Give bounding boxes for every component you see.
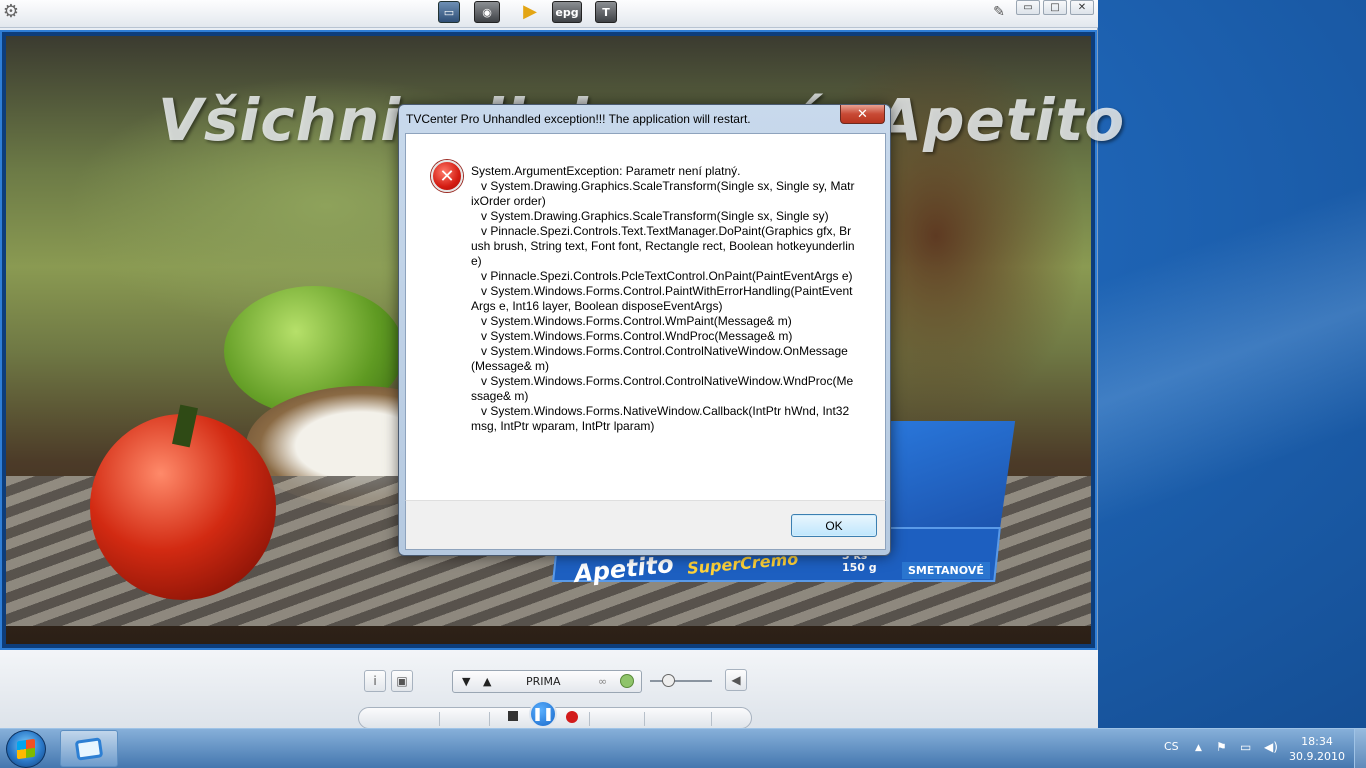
dialog-close-button[interactable]: ✕ xyxy=(840,105,885,124)
clock-date: 30.9.2010 xyxy=(1289,750,1345,763)
error-icon: ✕ xyxy=(431,160,463,192)
play-guide-icon[interactable]: ▶ xyxy=(518,1,542,23)
monitor-icon[interactable]: ▭ xyxy=(438,1,460,23)
epg-icon[interactable]: epg xyxy=(552,1,582,23)
show-desktop-button[interactable] xyxy=(1354,729,1366,768)
channel-up-button[interactable]: ▲ xyxy=(483,675,491,688)
channel-selector: ▼ ▲ PRIMA ∞ xyxy=(452,670,642,693)
wallpaper-streak xyxy=(1096,100,1366,600)
taskbar: CS ▲ ⚑ ▭ ◀) 18:34 30.9.2010 xyxy=(0,728,1366,768)
teletext-icon[interactable]: T xyxy=(595,1,617,23)
player-controls: i ▣ ▼ ▲ PRIMA ∞ ◀ ❚❚ xyxy=(0,650,1098,729)
divider xyxy=(439,712,440,726)
pin-icon[interactable]: ✎ xyxy=(989,1,1009,23)
link-icon[interactable]: ∞ xyxy=(598,675,607,688)
divider xyxy=(711,712,712,726)
minimize-button[interactable]: ▭ xyxy=(1016,0,1040,15)
maximize-button[interactable]: □ xyxy=(1043,0,1067,15)
divider xyxy=(644,712,645,726)
clock-time: 18:34 xyxy=(1301,735,1333,748)
record-button[interactable] xyxy=(566,711,578,723)
volume-slider-handle[interactable] xyxy=(662,674,676,687)
volume-icon[interactable]: ◀) xyxy=(1264,740,1278,754)
dialog-body: ✕ System.ArgumentException: Parametr nen… xyxy=(405,133,886,500)
channel-name[interactable]: PRIMA xyxy=(526,675,561,688)
windows-logo-icon xyxy=(17,738,35,760)
player-toolbar: ⚙ ▭ ◉ ▶ epg T ✎ ▭ □ ✕ xyxy=(0,0,1098,28)
stop-button[interactable] xyxy=(508,711,518,721)
network-icon[interactable]: ▭ xyxy=(1240,740,1251,754)
exception-dialog: TVCenter Pro Unhandled exception!!! The … xyxy=(398,104,891,556)
settings-icon[interactable]: ⚙ xyxy=(0,1,22,23)
start-button[interactable] xyxy=(6,730,46,768)
mute-icon[interactable]: ◀ xyxy=(725,669,747,691)
volume-slider-track[interactable] xyxy=(650,680,712,682)
snapshot-icon[interactable]: ▣ xyxy=(391,670,413,692)
pause-button[interactable]: ❚❚ xyxy=(529,700,557,728)
ok-button[interactable]: OK xyxy=(791,514,877,537)
channel-ok-icon[interactable] xyxy=(620,674,634,688)
show-hidden-icons-icon[interactable]: ▲ xyxy=(1195,743,1202,753)
info-icon[interactable]: i xyxy=(364,670,386,692)
camera-icon[interactable]: ◉ xyxy=(474,1,500,23)
exception-message: System.ArgumentException: Parametr není … xyxy=(471,164,855,433)
clock[interactable]: 18:34 30.9.2010 xyxy=(1286,734,1348,764)
language-indicator[interactable]: CS xyxy=(1164,740,1179,753)
close-button[interactable]: ✕ xyxy=(1070,0,1094,15)
taskbar-app-tvcenter[interactable] xyxy=(60,730,118,767)
tvcenter-icon xyxy=(74,736,104,761)
dialog-footer: OK xyxy=(405,500,886,550)
package-variant: SMETANOVÉ xyxy=(902,562,990,579)
divider xyxy=(589,712,590,726)
action-center-icon[interactable]: ⚑ xyxy=(1216,740,1227,754)
dialog-title: TVCenter Pro Unhandled exception!!! The … xyxy=(406,112,751,126)
divider xyxy=(489,712,490,726)
channel-down-button[interactable]: ▼ xyxy=(462,675,470,688)
